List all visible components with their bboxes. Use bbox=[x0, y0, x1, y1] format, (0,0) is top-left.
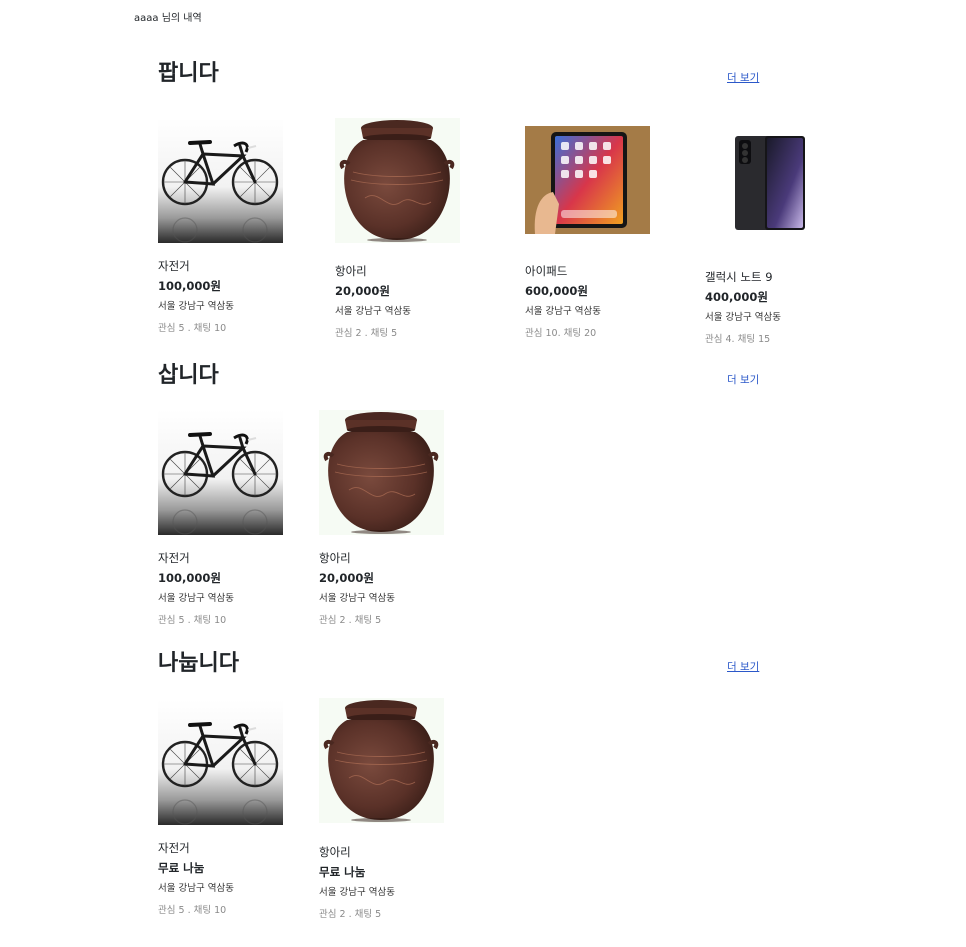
product-location: 서울 강남구 역삼동 bbox=[158, 883, 234, 894]
section-title-sell: 팝니다 bbox=[158, 61, 219, 86]
bicycle-image bbox=[158, 118, 283, 243]
product-location: 서울 강남구 역삼동 bbox=[319, 593, 395, 604]
product-stats: 관심 4. 채팅 15 bbox=[705, 334, 771, 345]
product-location: 서울 강남구 역삼동 bbox=[335, 306, 411, 317]
product-name: 갤럭시 노트 9 bbox=[705, 270, 773, 284]
product-price: 100,000원 bbox=[158, 279, 221, 293]
product-name: 항아리 bbox=[319, 845, 351, 859]
product-price: 400,000원 bbox=[705, 290, 768, 304]
product-stats: 관심 5 . 채팅 10 bbox=[158, 615, 227, 626]
product-location: 서울 강남구 역삼동 bbox=[319, 887, 395, 898]
product-name: 아이패드 bbox=[525, 264, 568, 278]
product-price: 무료 나눔 bbox=[158, 861, 205, 875]
product-location: 서울 강남구 역삼동 bbox=[158, 301, 234, 312]
product-price: 20,000원 bbox=[335, 284, 390, 298]
product-location: 서울 강남구 역삼동 bbox=[158, 593, 234, 604]
product-price: 무료 나눔 bbox=[319, 865, 366, 879]
more-button-sell[interactable]: 더 보기 bbox=[727, 70, 759, 85]
product-name: 항아리 bbox=[335, 264, 367, 278]
product-name: 자전거 bbox=[158, 841, 190, 855]
product-price: 100,000원 bbox=[158, 571, 221, 585]
product-name: 항아리 bbox=[319, 551, 351, 565]
section-title-buy: 삽니다 bbox=[158, 363, 219, 388]
bicycle-image bbox=[158, 700, 283, 825]
bicycle-image bbox=[158, 410, 283, 535]
more-button-share[interactable]: 더 보기 bbox=[727, 659, 759, 674]
product-stats: 관심 2 . 채팅 5 bbox=[319, 909, 382, 920]
more-button-buy[interactable]: 더 보기 bbox=[727, 372, 759, 387]
jar-image bbox=[319, 698, 444, 823]
product-stats: 관심 2 . 채팅 5 bbox=[319, 615, 382, 626]
product-stats: 관심 5 . 채팅 10 bbox=[158, 905, 227, 916]
product-name: 자전거 bbox=[158, 551, 190, 565]
product-stats: 관심 10. 채팅 20 bbox=[525, 328, 597, 339]
user-history-title: aaaa 님의 내역 bbox=[134, 13, 202, 24]
history-page: aaaa 님의 내역 팝니다 더 보기 자전거 100,000원 서울 강남구 … bbox=[0, 0, 966, 947]
product-price: 600,000원 bbox=[525, 284, 588, 298]
product-location: 서울 강남구 역삼동 bbox=[525, 306, 601, 317]
product-location: 서울 강남구 역삼동 bbox=[705, 312, 781, 323]
section-title-share: 나눕니다 bbox=[158, 651, 239, 676]
product-stats: 관심 2 . 채팅 5 bbox=[335, 328, 398, 339]
tablet-image bbox=[525, 126, 650, 234]
jar-image bbox=[335, 118, 460, 243]
product-price: 20,000원 bbox=[319, 571, 374, 585]
product-name: 자전거 bbox=[158, 259, 190, 273]
phone-image bbox=[705, 118, 830, 243]
product-stats: 관심 5 . 채팅 10 bbox=[158, 323, 227, 334]
jar-image bbox=[319, 410, 444, 535]
